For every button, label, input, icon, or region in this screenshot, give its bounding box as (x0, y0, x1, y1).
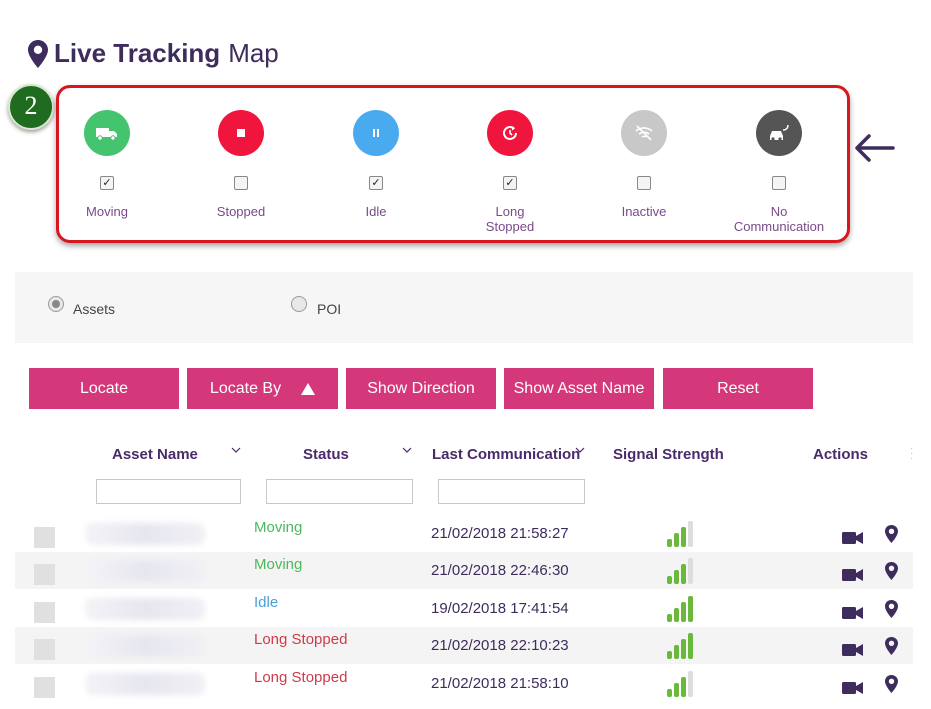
asset-name-blurred (85, 598, 205, 620)
filter-long-stopped[interactable]: ✓ Long Stopped (450, 110, 570, 234)
signal-strength-icon (667, 596, 693, 622)
stop-icon (218, 110, 264, 156)
filter-stopped[interactable]: Stopped (181, 110, 301, 219)
row-checkbox[interactable] (34, 677, 55, 698)
row-status: Long Stopped (254, 669, 348, 686)
row-last-communication: 21/02/2018 21:58:27 (431, 525, 569, 542)
chevron-down-icon[interactable] (231, 446, 241, 454)
column-header-status[interactable]: Status (303, 446, 349, 463)
column-header-actions: Actions (813, 446, 869, 463)
filter-no-communication[interactable]: No Communication (719, 110, 839, 234)
row-status: Long Stopped (254, 631, 348, 648)
no-communication-checkbox[interactable] (772, 176, 786, 190)
row-status: Moving (254, 556, 303, 573)
row-status: Moving (254, 519, 303, 536)
title-bold: Live Tracking (54, 38, 221, 68)
title-light: Map (228, 38, 279, 68)
row-last-communication: 21/02/2018 21:58:10 (431, 675, 569, 692)
page-title: Live Tracking Map (28, 38, 279, 69)
more-options-icon[interactable]: · · · (910, 444, 913, 464)
assets-radio[interactable] (48, 296, 64, 312)
video-camera-icon[interactable] (842, 568, 864, 582)
locate-by-button[interactable]: Locate By (187, 368, 338, 409)
moving-checkbox[interactable]: ✓ (100, 176, 114, 190)
filter-label: Moving (86, 204, 128, 219)
row-checkbox[interactable] (34, 602, 55, 623)
row-last-communication: 21/02/2018 22:10:23 (431, 637, 569, 654)
last-communication-filter-input[interactable] (438, 479, 585, 504)
table-row[interactable]: Moving 21/02/2018 22:46:30 (15, 552, 913, 589)
filter-inactive[interactable]: Inactive (584, 110, 704, 219)
wifi-off-icon (621, 110, 667, 156)
video-camera-icon[interactable] (842, 531, 864, 545)
pause-icon (353, 110, 399, 156)
show-direction-button[interactable]: Show Direction (346, 368, 496, 409)
filter-label: Stopped (216, 204, 266, 219)
locate-button[interactable]: Locate (29, 368, 179, 409)
asset-name-blurred (85, 523, 205, 545)
row-last-communication: 19/02/2018 17:41:54 (431, 600, 569, 617)
idle-checkbox[interactable]: ✓ (369, 176, 383, 190)
row-status: Idle (254, 594, 279, 611)
clock-refresh-icon (487, 110, 533, 156)
map-pin-icon[interactable] (885, 562, 898, 580)
signal-strength-icon (667, 521, 693, 547)
long-stopped-checkbox[interactable]: ✓ (503, 176, 517, 190)
signal-strength-icon (667, 558, 693, 584)
car-plug-icon (756, 110, 802, 156)
left-arrow-icon (855, 134, 895, 162)
video-camera-icon[interactable] (842, 643, 864, 657)
assets-radio-label: Assets (73, 301, 116, 317)
map-pin-icon[interactable] (885, 675, 898, 693)
show-asset-name-button[interactable]: Show Asset Name (504, 368, 654, 409)
video-camera-icon[interactable] (842, 606, 864, 620)
map-pin-icon[interactable] (885, 637, 898, 655)
asset-name-blurred (85, 560, 205, 582)
poi-radio-label: POI (317, 301, 342, 317)
poi-radio[interactable] (291, 296, 307, 312)
row-checkbox[interactable] (34, 527, 55, 548)
table-row[interactable]: Idle 19/02/2018 17:41:54 (15, 590, 913, 627)
asset-name-filter-input[interactable] (96, 479, 241, 504)
reset-button[interactable]: Reset (663, 368, 813, 409)
chevron-down-icon[interactable] (402, 446, 412, 454)
map-pin-icon[interactable] (885, 525, 898, 543)
filter-label: No Communication (733, 204, 825, 234)
truck-icon (84, 110, 130, 156)
column-header-last-communication[interactable]: Last Communication (432, 446, 580, 463)
chevron-down-icon[interactable] (575, 446, 585, 454)
map-pin-icon (28, 39, 48, 68)
filter-label: Inactive (621, 204, 667, 219)
filter-label: Long Stopped (485, 204, 535, 234)
asset-name-blurred (85, 673, 205, 695)
filter-idle[interactable]: ✓ Idle (316, 110, 436, 219)
status-filter-input[interactable] (266, 479, 413, 504)
locate-by-label: Locate By (209, 379, 282, 397)
table-row[interactable]: Long Stopped 21/02/2018 21:58:10 (15, 665, 913, 702)
signal-strength-icon (667, 671, 693, 697)
column-header-asset-name[interactable]: Asset Name (112, 446, 198, 463)
row-checkbox[interactable] (34, 564, 55, 585)
search-type-panel: Assets POI (15, 272, 913, 343)
filter-moving[interactable]: ✓ Moving (47, 110, 167, 219)
table-row[interactable]: Moving 21/02/2018 21:58:27 (15, 515, 913, 552)
column-header-signal-strength: Signal Strength (613, 446, 724, 463)
triangle-up-icon (301, 382, 316, 395)
map-pin-icon[interactable] (885, 600, 898, 618)
signal-strength-icon (667, 633, 693, 659)
filter-label: Idle (365, 204, 387, 219)
inactive-checkbox[interactable] (637, 176, 651, 190)
stopped-checkbox[interactable] (234, 176, 248, 190)
asset-name-blurred (85, 635, 205, 657)
video-camera-icon[interactable] (842, 681, 864, 695)
table-row[interactable]: Long Stopped 21/02/2018 22:10:23 (15, 627, 913, 664)
row-last-communication: 21/02/2018 22:46:30 (431, 562, 569, 579)
row-checkbox[interactable] (34, 639, 55, 660)
